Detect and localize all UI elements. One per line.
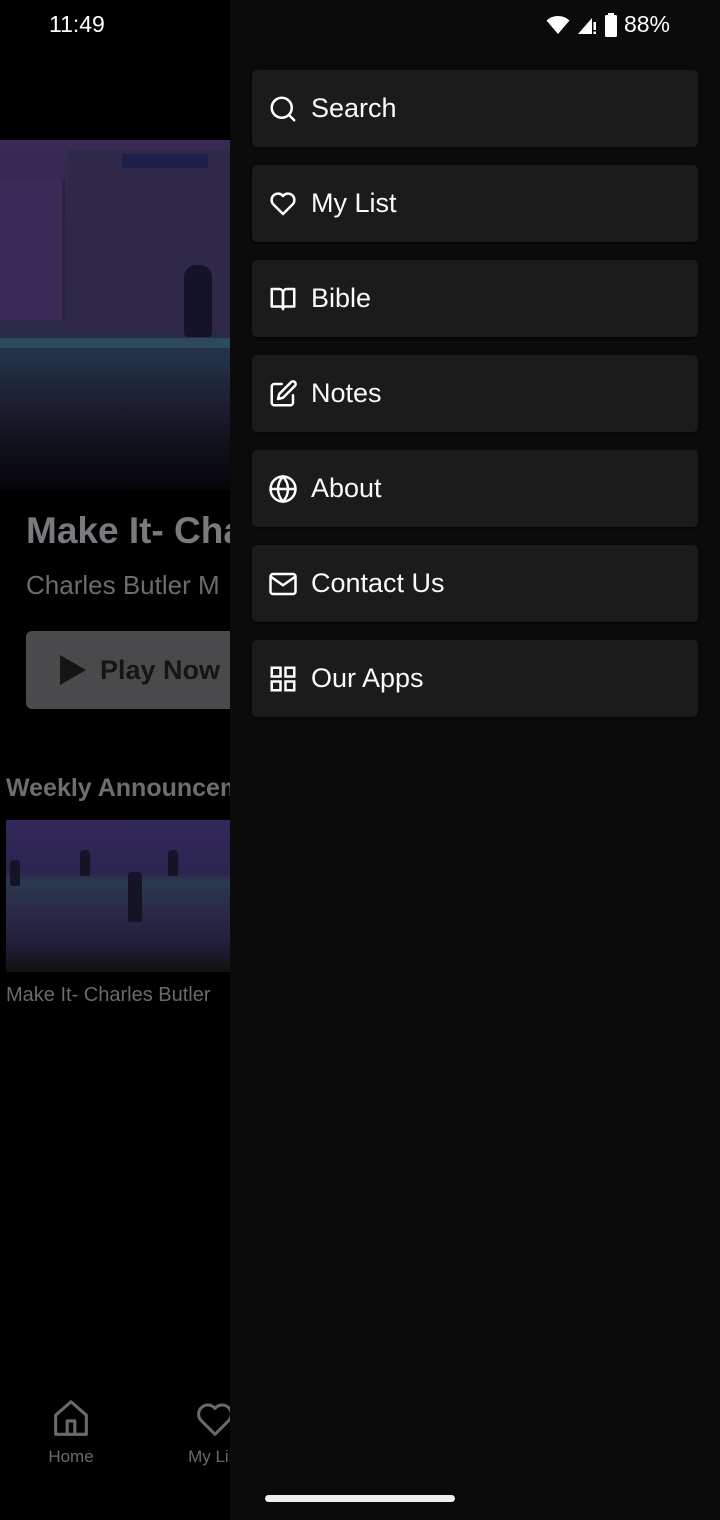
drawer-menu: Search My List Bible Notes About Contact… bbox=[252, 70, 698, 735]
edit-note-icon bbox=[270, 379, 297, 406]
play-now-label: Play Now bbox=[100, 654, 221, 685]
menu-item-label: Notes bbox=[311, 378, 382, 408]
menu-item-label: My List bbox=[311, 188, 397, 218]
video-caption: Make It- Charles Butler bbox=[6, 984, 211, 1006]
home-icon bbox=[54, 1400, 88, 1436]
hero-subtitle: Charles Butler M bbox=[26, 570, 220, 600]
menu-item-bible[interactable]: Bible bbox=[252, 260, 698, 337]
cell-signal-alert-icon bbox=[577, 17, 596, 34]
menu-item-label: Search bbox=[311, 93, 397, 123]
menu-item-label: About bbox=[311, 473, 382, 503]
book-icon bbox=[270, 287, 296, 310]
menu-item-notes[interactable]: Notes bbox=[252, 355, 698, 432]
heart-icon bbox=[270, 191, 296, 215]
navigation-drawer: Search My List Bible Notes About Contact… bbox=[230, 0, 720, 1520]
home-gesture-bar[interactable] bbox=[265, 1495, 455, 1502]
battery-icon bbox=[604, 12, 617, 37]
play-icon bbox=[60, 655, 86, 685]
status-time: 11:49 bbox=[49, 11, 105, 37]
battery-percent: 88% bbox=[623, 11, 670, 37]
mail-icon bbox=[269, 572, 297, 595]
menu-item-search[interactable]: Search bbox=[252, 70, 698, 147]
menu-item-label: Contact Us bbox=[311, 568, 445, 598]
search-icon bbox=[270, 96, 296, 121]
menu-item-label: Our Apps bbox=[311, 663, 424, 693]
menu-item-my-list[interactable]: My List bbox=[252, 165, 698, 242]
menu-item-about[interactable]: About bbox=[252, 450, 698, 527]
wifi-icon bbox=[546, 15, 570, 34]
nav-home-label: Home bbox=[48, 1447, 94, 1466]
menu-item-our-apps[interactable]: Our Apps bbox=[252, 640, 698, 717]
menu-item-label: Bible bbox=[311, 283, 372, 313]
menu-item-contact-us[interactable]: Contact Us bbox=[252, 545, 698, 622]
status-icons: 88% bbox=[546, 11, 670, 38]
apps-grid-icon bbox=[270, 666, 296, 691]
nav-home[interactable]: Home bbox=[11, 1396, 131, 1467]
globe-icon bbox=[269, 474, 297, 503]
